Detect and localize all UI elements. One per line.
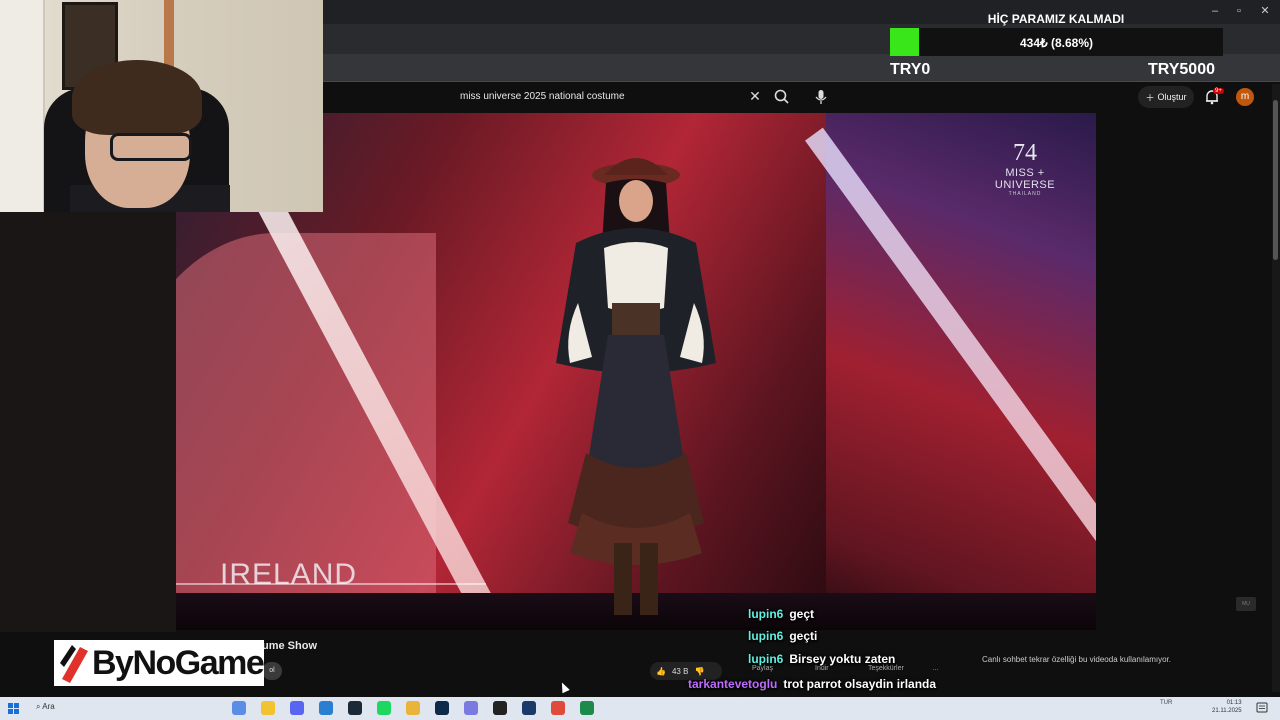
search-icon[interactable] <box>773 88 791 106</box>
contestant-figure <box>556 158 716 615</box>
terminal-icon[interactable] <box>580 701 594 715</box>
more-actions-button[interactable]: … <box>932 665 939 672</box>
clear-search-icon[interactable]: ✕ <box>747 88 763 106</box>
vegas-icon[interactable] <box>522 701 536 715</box>
notification-badge: 9+ <box>1213 88 1224 94</box>
file-explorer-icon[interactable] <box>261 701 275 715</box>
search-input[interactable]: miss universe 2025 national costume <box>460 91 625 102</box>
windows-start-icon[interactable] <box>8 703 19 714</box>
steam-icon[interactable] <box>348 701 362 715</box>
donation-min-label: TRY0 <box>890 61 931 78</box>
bynogame-logo-text: ByNoGame <box>92 643 265 682</box>
bynogame-logo: ByNoGame <box>54 640 265 686</box>
chat-message: lupin6 geçti <box>748 629 817 643</box>
taskbar-search[interactable]: ⌕ Ara <box>36 702 55 712</box>
left-sidebar-dim <box>0 212 176 632</box>
chat-username: lupin6 <box>748 629 784 643</box>
like-count: 43 B <box>671 666 689 676</box>
channel-button[interactable]: ol <box>262 662 282 680</box>
chat-username: lupin6 <box>748 652 784 666</box>
mu-logo-number: 74 <box>1013 140 1037 166</box>
webcam-glasses <box>110 133 192 161</box>
webcam-hair <box>72 60 202 135</box>
spotify-icon[interactable] <box>377 701 391 715</box>
thanks-button[interactable]: Teşekkürler <box>868 665 904 672</box>
thumbs-up-icon: 👍 <box>656 666 666 676</box>
chat-text: geçti <box>789 629 818 643</box>
create-label: Oluştur <box>1157 92 1187 102</box>
copilot-icon[interactable] <box>232 701 246 715</box>
microphone-icon[interactable] <box>813 88 829 106</box>
chat-message: lupin6 geçt <box>748 607 814 621</box>
mu-logo-name: MISS + UNIVERSE <box>994 167 1056 191</box>
vscode-icon[interactable] <box>319 701 333 715</box>
bynogame-logo-mark <box>60 645 88 683</box>
folder-icon[interactable] <box>406 701 420 715</box>
clock-time: 01:13 <box>1226 700 1242 706</box>
miss-universe-logo: 74 MISS + UNIVERSE THAILAND <box>975 140 1075 197</box>
miniplayer-button[interactable]: MU <box>1236 597 1256 611</box>
country-caption: IRELAND <box>220 558 358 591</box>
minimize-button[interactable]: – <box>1208 4 1222 18</box>
taskbar-clock[interactable]: 01:13 21.11.2025 <box>1212 699 1242 715</box>
capcut-icon[interactable] <box>493 701 507 715</box>
chat-message: lupin6 Birsey yoktu zaten <box>748 652 895 666</box>
windows-taskbar <box>0 697 1280 720</box>
game-icon[interactable] <box>464 701 478 715</box>
video-title: ume Show <box>262 640 318 652</box>
discord-icon[interactable] <box>290 701 304 715</box>
share-button[interactable]: Paylaş <box>752 665 773 672</box>
close-window-button[interactable]: ✕ <box>1258 4 1272 18</box>
chat-text: Birsey yoktu zaten <box>789 652 896 666</box>
chat-username: lupin6 <box>748 607 784 621</box>
chat-text: geçt <box>789 607 815 621</box>
donation-amount: 434₺ (8.68%) <box>1019 36 1093 50</box>
scrollbar-thumb[interactable] <box>1273 100 1278 260</box>
avatar[interactable]: m <box>1236 88 1254 106</box>
donation-max-label: TRY5000 <box>1148 61 1215 78</box>
chat-username: tarkantevetoglu <box>688 677 778 691</box>
chrome-icon[interactable] <box>551 701 565 715</box>
mu-logo-subtitle: THAILAND <box>1008 191 1042 197</box>
caption-underline <box>176 583 486 585</box>
webcam-door <box>0 0 45 212</box>
download-button[interactable]: İndir <box>815 665 829 672</box>
photoshop-icon[interactable] <box>435 701 449 715</box>
restore-button[interactable]: ▫ <box>1232 4 1246 18</box>
taskbar-search-label: Ara <box>42 702 55 711</box>
clock-date: 21.11.2025 <box>1212 708 1242 714</box>
plus-icon: ＋ <box>1145 92 1155 103</box>
language-indicator[interactable]: TUR <box>1160 700 1172 706</box>
webcam-overlay <box>0 0 323 212</box>
donation-goal-title: HİÇ PARAMIZ KALMADI <box>987 12 1125 26</box>
chat-disabled-notice: Canlı sohbet tekrar özelliği bu videoda … <box>982 655 1171 664</box>
notification-center-icon[interactable] <box>1256 702 1268 714</box>
create-button[interactable]: ＋ Oluştur <box>1138 86 1194 108</box>
